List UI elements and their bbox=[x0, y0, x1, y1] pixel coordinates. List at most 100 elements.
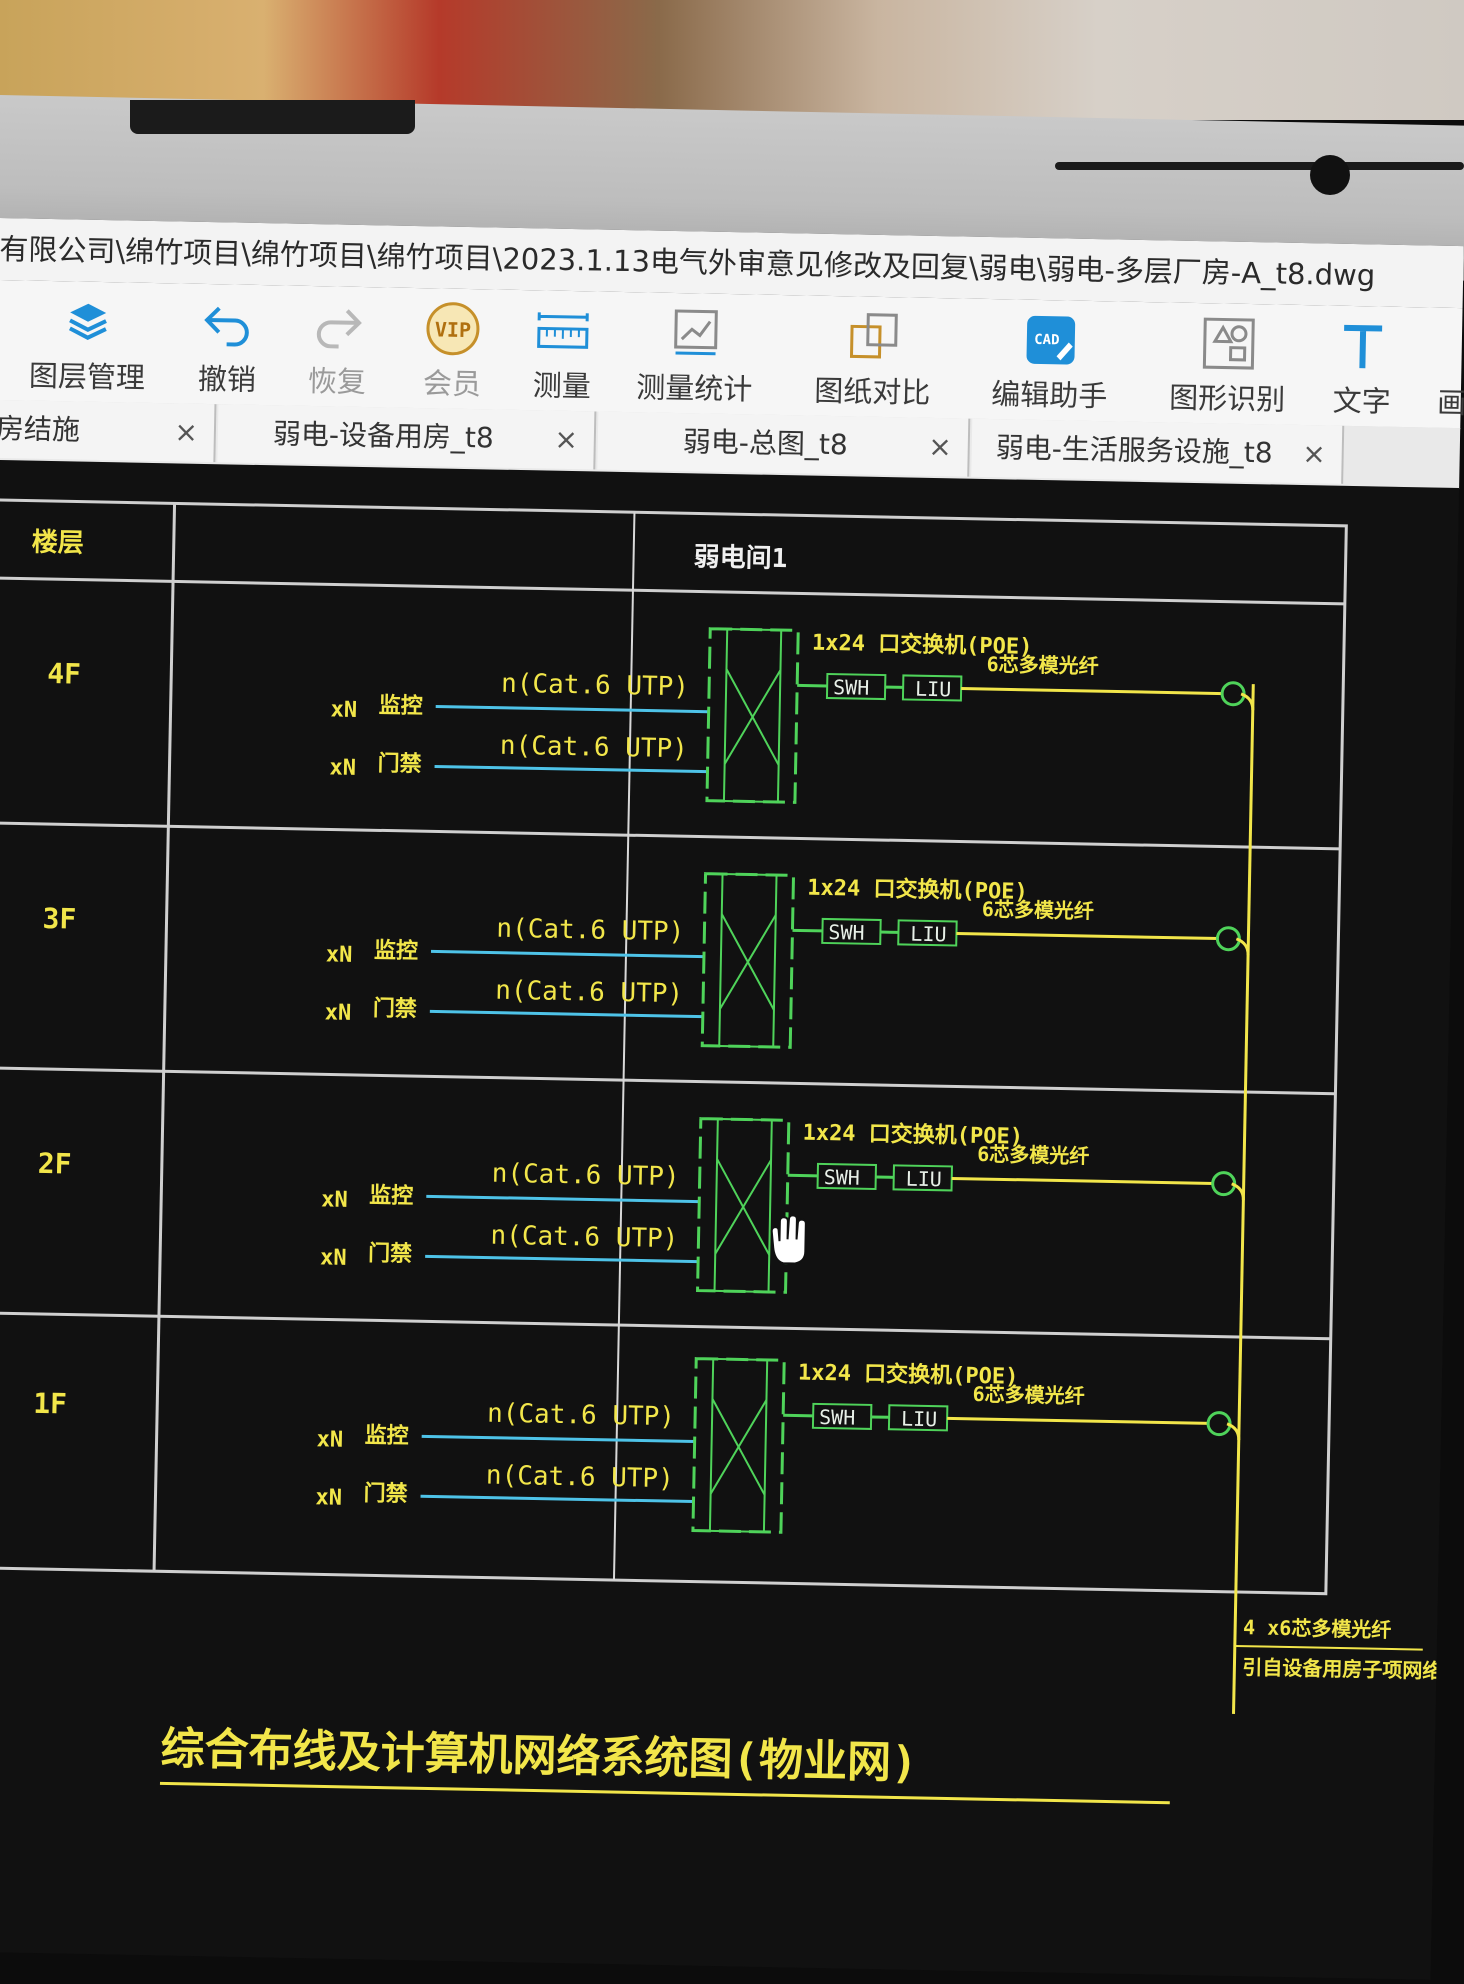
monitor-label: 监控 bbox=[369, 1182, 414, 1209]
text-button[interactable]: 文字 bbox=[1316, 305, 1408, 427]
redo-label: 恢复 bbox=[287, 358, 388, 402]
floor-header: 楼层 bbox=[31, 528, 84, 559]
access-label: 门禁 bbox=[368, 1240, 413, 1267]
drawing-title: 综合布线及计算机网络系统图(物业网) bbox=[160, 1723, 918, 1789]
access-label: 门禁 bbox=[377, 750, 422, 777]
cable-label: n(Cat.6 UTP) bbox=[487, 1399, 675, 1433]
fiber-label: 6芯多模光纤 bbox=[986, 652, 1098, 678]
fiber-node bbox=[1208, 1412, 1230, 1434]
multiplier-label: xN bbox=[326, 942, 353, 968]
liu-label: LIU bbox=[915, 677, 952, 702]
liu-label: LIU bbox=[910, 922, 947, 947]
compare-drawings-button[interactable]: 图纸对比 bbox=[804, 296, 941, 419]
cable-label: n(Cat.6 UTP) bbox=[486, 1461, 674, 1495]
cable-line-access bbox=[430, 1011, 703, 1016]
measure-stats-button[interactable]: 测量统计 bbox=[626, 292, 763, 415]
fiber-line bbox=[961, 689, 1223, 694]
swh-label: SWH bbox=[824, 1165, 861, 1190]
monitor-label: 监控 bbox=[378, 692, 423, 719]
monitor-camera bbox=[1310, 155, 1350, 195]
monitor-bezel-notch bbox=[130, 100, 415, 134]
undo-icon bbox=[197, 296, 258, 353]
floor-label: 4F bbox=[47, 657, 81, 691]
multiplier-label: xN bbox=[329, 755, 356, 781]
cable-line-access bbox=[435, 766, 708, 771]
tab-item[interactable]: 弱电-设备用房_t8 × bbox=[217, 404, 596, 469]
monitor-label: 监控 bbox=[364, 1422, 409, 1449]
close-icon[interactable]: × bbox=[174, 403, 199, 461]
swh-label: SWH bbox=[833, 675, 870, 700]
cad-drawing: 楼层 弱电间1 4F xN 监控 xN 门禁 n(Cat.6 UTP) n(Ca… bbox=[0, 460, 1459, 1980]
measure-button[interactable]: 测量 bbox=[511, 290, 613, 412]
text-label: 文字 bbox=[1316, 377, 1407, 421]
text-icon bbox=[1332, 318, 1393, 375]
fiber-line bbox=[947, 1418, 1209, 1423]
measure-stats-label: 测量统计 bbox=[627, 364, 763, 409]
svg-text:CAD: CAD bbox=[1034, 332, 1060, 348]
shape-recognition-button[interactable]: 图形识别 bbox=[1159, 302, 1296, 425]
floor-divider bbox=[0, 1313, 1331, 1339]
cable-line-monitor bbox=[436, 706, 709, 711]
cable-line-monitor bbox=[426, 1196, 699, 1201]
tab-item[interactable]: 弱电-总图_t8 × bbox=[597, 412, 970, 477]
fiber-label: 6芯多模光纤 bbox=[982, 897, 1094, 923]
multiplier-label: xN bbox=[315, 1485, 342, 1511]
cable-label: n(Cat.6 UTP) bbox=[491, 1159, 679, 1193]
drawing-canvas[interactable]: 楼层 弱电间1 4F xN 监控 xN 门禁 n(Cat.6 UTP) n(Ca… bbox=[0, 460, 1459, 1980]
access-label: 门禁 bbox=[373, 995, 418, 1022]
drawing-title-underline bbox=[160, 1783, 1170, 1802]
shape-recognition-label: 图形识别 bbox=[1159, 374, 1295, 419]
tab-item[interactable]: 房结施 × bbox=[0, 400, 216, 462]
multiplier-label: xN bbox=[325, 1000, 352, 1026]
tab-label: 弱电-总图_t8 bbox=[682, 413, 848, 474]
vip-label: 会员 bbox=[402, 360, 503, 404]
cad-edit-icon: CAD bbox=[1020, 312, 1081, 369]
room-header: 弱电间1 bbox=[693, 542, 787, 574]
header-divider bbox=[0, 578, 1345, 604]
floor-row-3f: 3F xN 监控 xN 门禁 n(Cat.6 UTP) n(Cat.6 UTP)… bbox=[40, 860, 1249, 1056]
tab-item[interactable]: 弱电-生活服务设施_t8 × bbox=[971, 419, 1344, 484]
edit-assistant-button[interactable]: CAD 编辑助手 bbox=[981, 299, 1118, 422]
cable-label: n(Cat.6 UTP) bbox=[495, 976, 683, 1010]
compare-icon bbox=[843, 308, 904, 365]
fiber-line bbox=[952, 1178, 1214, 1183]
floor-divider bbox=[0, 1068, 1335, 1094]
screen: 有限公司\绵竹项目\绵竹项目\绵竹项目\2023.1.13电气外审意见修改及回复… bbox=[0, 218, 1464, 1980]
floor-row-1f: 1F xN 监控 xN 门禁 n(Cat.6 UTP) n(Cat.6 UTP)… bbox=[31, 1345, 1240, 1541]
tab-label: 房结施 bbox=[0, 400, 81, 460]
floor-row-2f: 2F xN 监控 xN 门禁 n(Cat.6 UTP) n(Cat.6 UTP)… bbox=[36, 1105, 1245, 1301]
ruler-icon bbox=[532, 302, 593, 359]
fiber-label: 6芯多模光纤 bbox=[972, 1382, 1084, 1408]
vip-button[interactable]: VIP 会员 bbox=[401, 288, 503, 410]
fiber-node bbox=[1212, 1172, 1234, 1194]
monitor-label: 监控 bbox=[374, 937, 419, 964]
multiplier-label: xN bbox=[320, 1245, 347, 1271]
floor-label: 3F bbox=[42, 902, 76, 936]
cable-label: n(Cat.6 UTP) bbox=[496, 914, 684, 948]
swh-label: SWH bbox=[819, 1405, 856, 1430]
layers-icon bbox=[57, 293, 118, 350]
multiplier-label: xN bbox=[316, 1427, 343, 1453]
draw-button[interactable]: 画 bbox=[1421, 307, 1464, 428]
liu-label: LIU bbox=[905, 1167, 942, 1192]
vip-icon: VIP bbox=[422, 300, 483, 357]
tab-label: 弱电-生活服务设施_t8 bbox=[995, 419, 1273, 482]
layer-manager-button[interactable]: 图层管理 bbox=[17, 280, 159, 403]
multiplier-label: xN bbox=[330, 697, 357, 723]
cable-label: n(Cat.6 UTP) bbox=[501, 669, 689, 703]
cable-label: n(Cat.6 UTP) bbox=[500, 731, 688, 765]
cable-line-monitor bbox=[422, 1436, 695, 1441]
undo-button[interactable]: 撤销 bbox=[176, 283, 278, 405]
monitor-bezel-slot bbox=[1055, 162, 1464, 170]
close-icon[interactable]: × bbox=[1302, 425, 1327, 483]
layer-manager-label: 图层管理 bbox=[17, 352, 158, 397]
redo-button[interactable]: 恢复 bbox=[286, 286, 388, 408]
hand-cursor-icon bbox=[771, 1215, 806, 1264]
close-icon[interactable]: × bbox=[928, 418, 953, 476]
close-icon[interactable]: × bbox=[554, 411, 579, 469]
column-divider bbox=[154, 503, 175, 1571]
measure-stats-icon bbox=[665, 305, 726, 362]
shape-recognition-icon bbox=[1198, 315, 1259, 372]
fiber-label: 6芯多模光纤 bbox=[977, 1142, 1089, 1168]
redo-icon bbox=[307, 298, 368, 355]
